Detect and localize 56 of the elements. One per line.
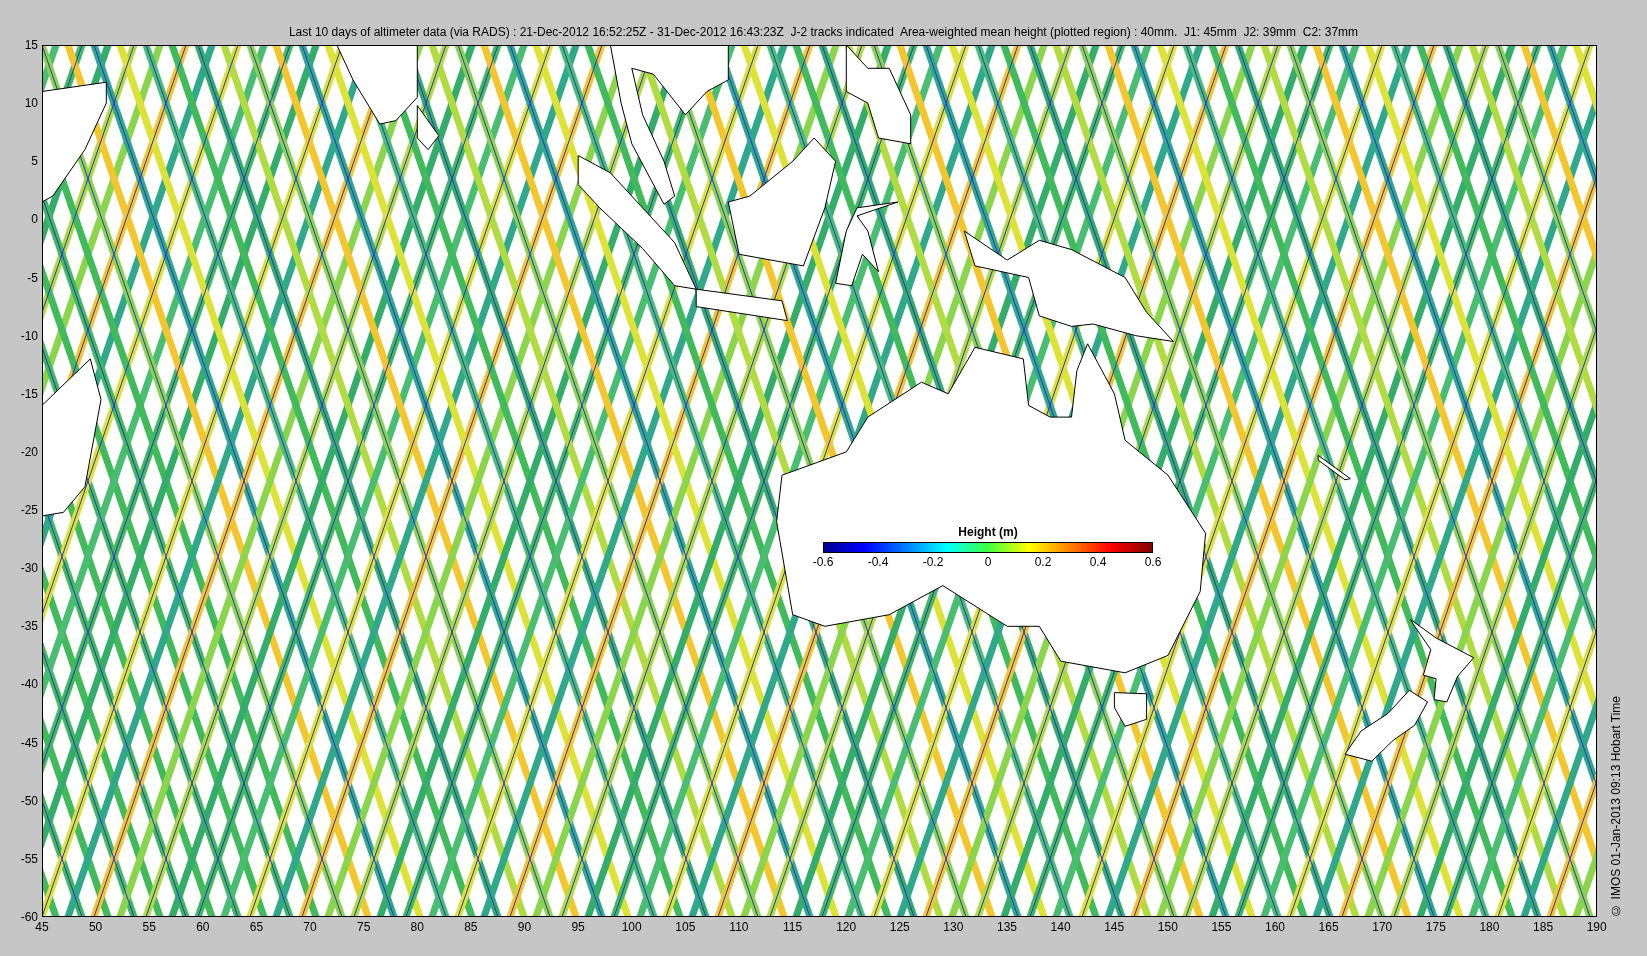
x-tick-label: 160 xyxy=(1264,920,1287,934)
credit-text: © IMOS 01-Jan-2013 09:13 Hobart Time xyxy=(1609,696,1623,917)
y-tick-label: 10 xyxy=(24,96,38,111)
x-tick-label: 75 xyxy=(355,920,372,934)
x-tick-label: 185 xyxy=(1532,920,1555,934)
x-tick-label: 45 xyxy=(35,920,50,934)
colorbar-tick-label: 0.6 xyxy=(1143,555,1163,569)
y-tick-label: -20 xyxy=(20,444,38,459)
x-tick-label: 180 xyxy=(1478,920,1501,934)
colorbar-title: Height (m) xyxy=(958,525,1018,539)
x-tick-label: 100 xyxy=(620,920,643,934)
x-tick-label: 90 xyxy=(516,920,533,934)
x-tick-label: 80 xyxy=(409,920,425,934)
y-tick-label: -60 xyxy=(20,909,38,924)
y-tick-label: -40 xyxy=(20,677,38,692)
x-tick-label: 150 xyxy=(1156,920,1179,934)
y-tick-label: -15 xyxy=(20,386,38,401)
colorbar-tick-label: 0.4 xyxy=(1088,555,1108,569)
x-tick-label: 55 xyxy=(141,920,157,934)
x-tick-label: 65 xyxy=(248,920,265,934)
y-tick-label: -50 xyxy=(20,793,38,808)
y-tick-label: 0 xyxy=(31,212,38,227)
y-tick-label: -45 xyxy=(20,735,38,750)
colorbar-tick-label: -0.6 xyxy=(811,555,835,569)
x-tick-label: 85 xyxy=(463,920,479,934)
colorbar-tick-label: 0.2 xyxy=(1033,555,1053,569)
x-tick-label: 60 xyxy=(195,920,211,934)
y-tick-label: -30 xyxy=(20,561,38,576)
x-tick-label: 190 xyxy=(1585,920,1608,934)
x-tick-label: 165 xyxy=(1317,920,1340,934)
y-tick-label: -10 xyxy=(20,328,38,343)
x-tick-label: 175 xyxy=(1424,920,1447,934)
colorbar-tick-label: 0 xyxy=(983,555,993,569)
x-tick-label: 115 xyxy=(781,920,804,934)
x-tick-label: 130 xyxy=(942,920,965,934)
x-tick-label: 170 xyxy=(1371,920,1394,934)
x-tick-label: 95 xyxy=(570,920,586,934)
y-tick-label: -5 xyxy=(27,270,38,285)
x-tick-label: 145 xyxy=(1103,920,1126,934)
plot-title: Last 10 days of altimeter data (via RADS) : 21-Dec-2012 16:52:25Z - 31-Dec-2012 16:43:23Z J-2 tracks indicated Area-weighted mean height (plotted region) : 40mm. J1: 45mm J2: 39mm C2: 37mm xyxy=(288,24,1359,41)
y-tick-label: -35 xyxy=(20,619,38,634)
x-tick-label: 155 xyxy=(1210,920,1233,934)
y-tick-label: 15 xyxy=(24,38,38,52)
x-tick-label: 120 xyxy=(835,920,858,934)
x-tick-label: 125 xyxy=(888,920,911,934)
y-tick-label: 5 xyxy=(31,154,38,169)
x-tick-label: 140 xyxy=(1049,920,1072,934)
x-tick-label: 50 xyxy=(87,920,104,934)
y-tick-label: -55 xyxy=(20,851,38,866)
colorbar-tick-label: -0.2 xyxy=(921,555,945,569)
x-tick-label: 135 xyxy=(995,920,1018,934)
x-tick-label: 70 xyxy=(302,920,318,934)
colorbar-tick-label: -0.4 xyxy=(866,555,890,569)
y-tick-label: -25 xyxy=(20,503,38,517)
x-tick-label: 110 xyxy=(728,920,750,934)
x-tick-label: 105 xyxy=(674,920,697,934)
